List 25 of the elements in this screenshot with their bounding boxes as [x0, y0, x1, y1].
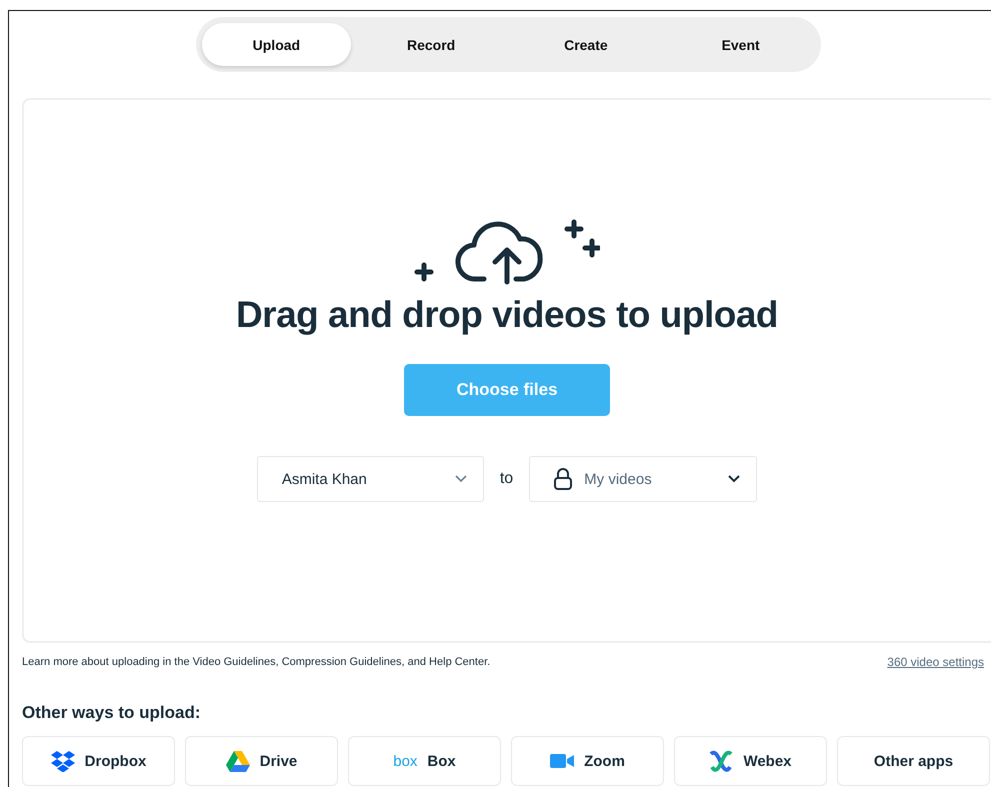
upload-source-button[interactable]: Drive	[185, 736, 338, 786]
drive-icon	[226, 750, 250, 772]
upload-source-button[interactable]: Other apps	[837, 736, 990, 786]
tab[interactable]: Event	[666, 23, 815, 66]
owner-dropdown[interactable]: Asmita Khan	[256, 456, 484, 502]
tab[interactable]: Record	[356, 23, 506, 66]
chevron-down-icon	[454, 475, 467, 483]
tab[interactable]: Create	[512, 23, 660, 66]
section-title: Other ways to upload:	[22, 703, 202, 723]
tab[interactable]: Upload	[202, 23, 351, 66]
help-note: Learn more about uploading in the Video Guidelines, Compression Guidelines, and Help Center.	[22, 656, 490, 668]
box-logo: box	[393, 752, 418, 770]
chevron-down-icon	[728, 475, 740, 483]
upload-heading: Drag and drop videos to upload	[236, 294, 778, 336]
upload-source-button[interactable]: box Box	[348, 736, 501, 786]
lock-icon	[554, 468, 572, 490]
webex-icon	[709, 750, 734, 772]
settings-link[interactable]: 360 video settings	[887, 655, 984, 669]
to-label: to	[500, 470, 514, 488]
upload-source-button[interactable]: Webex	[674, 736, 827, 786]
video-camera-icon	[550, 754, 574, 768]
dropbox-icon	[50, 750, 75, 772]
upload-source-button[interactable]: Zoom	[511, 736, 664, 786]
destination-dropdown[interactable]: My videos	[529, 456, 758, 502]
upload-source-button[interactable]: Dropbox	[22, 736, 175, 786]
